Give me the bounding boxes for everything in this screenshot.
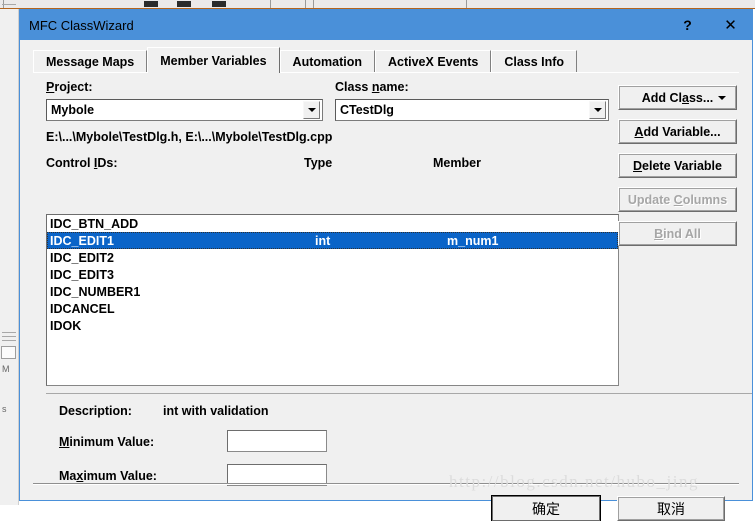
tab-activex-events[interactable]: ActiveX Events — [374, 50, 492, 73]
tab-class-info[interactable]: Class Info — [491, 50, 578, 73]
background-toolbar-chip — [177, 1, 191, 7]
background-toolbar-separator — [305, 0, 306, 8]
background-toolbar-chip — [144, 1, 158, 7]
mfc-classwizard-dialog: MFC ClassWizard ? ✕ Message Maps Member … — [19, 9, 753, 521]
control-ids-listbox[interactable]: IDC_BTN_ADD IDC_EDIT1 int m_num1 IDC_EDI… — [46, 214, 619, 386]
ok-button[interactable]: 确定 — [491, 495, 601, 521]
background-panel-line — [2, 336, 16, 337]
background-panel-line — [2, 332, 16, 333]
background-toolbar-separator — [270, 0, 271, 8]
window-title: MFC ClassWizard — [29, 17, 134, 33]
project-combo-value: Mybole — [51, 103, 95, 117]
bind-all-button: Bind All — [618, 221, 737, 246]
add-variable-button[interactable]: Add Variable... — [618, 119, 737, 144]
row-type: int — [315, 233, 331, 248]
table-row[interactable]: IDC_BTN_ADD — [47, 215, 618, 232]
row-member: m_num1 — [447, 233, 499, 248]
background-toolbar-separator — [466, 0, 467, 8]
minimum-value-input[interactable] — [227, 430, 327, 452]
background-toolbar-chip — [212, 1, 226, 7]
chevron-down-icon[interactable] — [718, 95, 726, 100]
delete-variable-label: Delete Variable — [633, 158, 722, 173]
table-row[interactable]: IDC_EDIT3 — [47, 266, 618, 283]
background-panel-text: s — [2, 404, 7, 414]
background-panel-line — [2, 340, 16, 341]
description-label: Description: — [59, 404, 132, 418]
footer-separator — [33, 483, 739, 485]
description-group: Description: int with validation Minimum… — [46, 393, 752, 505]
project-combo[interactable]: Mybole — [46, 99, 323, 121]
class-name-combo-value: CTestDlg — [340, 103, 394, 117]
row-control-id: IDCANCEL — [50, 301, 115, 316]
cancel-button[interactable]: 取消 — [617, 496, 725, 521]
row-control-id: IDC_EDIT3 — [50, 267, 114, 282]
background-panel-button — [1, 346, 16, 359]
add-class-label: Add Class... — [641, 90, 714, 105]
bind-all-label: Bind All — [654, 226, 701, 241]
table-row-selected[interactable]: IDC_EDIT1 int m_num1 — [47, 232, 618, 249]
add-class-button[interactable]: Add Class... — [618, 85, 737, 110]
class-name-combo[interactable]: CTestDlg — [335, 99, 609, 121]
update-columns-button: Update Columns — [618, 187, 737, 212]
class-name-label: Class name: — [335, 80, 409, 94]
close-icon[interactable]: ✕ — [709, 10, 752, 40]
table-row[interactable]: IDC_EDIT2 — [47, 249, 618, 266]
row-control-id: IDC_BTN_ADD — [50, 216, 139, 231]
tab-message-maps[interactable]: Message Maps — [33, 50, 148, 73]
delete-variable-button[interactable]: Delete Variable — [618, 153, 737, 178]
background-panel-line — [2, 4, 16, 5]
title-bar[interactable]: MFC ClassWizard ? ✕ — [20, 10, 752, 40]
tab-automation[interactable]: Automation — [279, 50, 375, 73]
background-left-panel: M s — [0, 4, 19, 505]
background-toolbar — [0, 0, 755, 9]
maximum-value-label: Maximum Value: — [59, 469, 157, 483]
background-toolbar-separator — [313, 0, 314, 8]
row-control-id: IDC_NUMBER1 — [50, 284, 141, 299]
add-variable-label: Add Variable... — [634, 124, 721, 139]
description-value: int with validation — [163, 404, 269, 418]
help-icon[interactable]: ? — [666, 10, 709, 40]
row-control-id: IDC_EDIT2 — [50, 250, 114, 265]
row-control-id: IDOK — [50, 318, 82, 333]
source-file-path: E:\...\Mybole\TestDlg.h, E:\...\Mybole\T… — [46, 130, 333, 144]
tab-member-variables[interactable]: Member Variables — [147, 47, 280, 73]
dialog-client-area: Message Maps Member Variables Automation… — [20, 40, 752, 521]
table-row[interactable]: IDCANCEL — [47, 300, 618, 317]
row-control-id: IDC_EDIT1 — [50, 233, 114, 248]
chevron-down-icon[interactable] — [589, 101, 606, 119]
type-column-header: Type — [304, 156, 333, 170]
project-label: Project: — [46, 80, 93, 94]
table-row[interactable]: IDOK — [47, 317, 618, 334]
chevron-down-icon[interactable] — [303, 101, 320, 119]
background-panel-text: M — [2, 364, 10, 374]
update-columns-label: Update Columns — [627, 192, 728, 207]
minimum-value-label: Minimum Value: — [59, 435, 155, 449]
member-column-header: Member — [433, 156, 481, 170]
table-row[interactable]: IDC_NUMBER1 — [47, 283, 618, 300]
control-ids-label: Control IDs: — [46, 156, 118, 170]
tab-strip: Message Maps Member Variables Automation… — [33, 47, 578, 73]
